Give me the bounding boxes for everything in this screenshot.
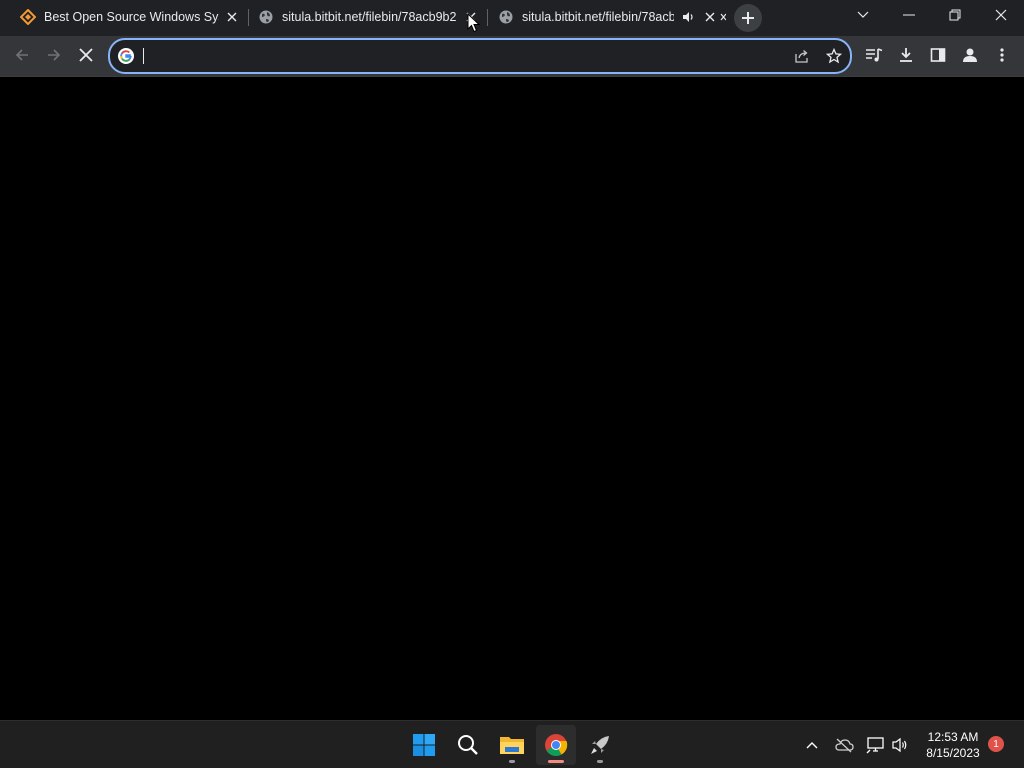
page-content	[0, 77, 1024, 720]
close-icon	[995, 9, 1007, 21]
close-tab-icon[interactable]	[224, 9, 240, 25]
restore-icon	[949, 9, 961, 21]
close-tab-partial-icon[interactable]	[720, 9, 726, 25]
tab-title: Best Open Source Windows Syste	[44, 10, 219, 24]
bookmark-button[interactable]	[822, 44, 846, 68]
clock-time: 12:53 AM	[927, 730, 979, 744]
tab-separator	[248, 9, 249, 26]
menu-button[interactable]	[988, 41, 1016, 69]
tab-search-button[interactable]	[840, 0, 886, 30]
close-icon	[79, 48, 93, 62]
person-icon	[963, 48, 977, 62]
tab-title: situla.bitbit.net/filebin/78acb9b2	[282, 10, 456, 24]
folder-icon	[500, 737, 524, 754]
running-indicator	[548, 760, 564, 763]
network-button[interactable]	[864, 733, 888, 757]
onedrive-button[interactable]	[832, 733, 856, 757]
minimize-button[interactable]	[886, 0, 932, 30]
downloads-button[interactable]	[892, 41, 920, 69]
notification-badge[interactable]: 1	[988, 736, 1004, 752]
forward-button[interactable]	[40, 41, 68, 69]
close-window-button[interactable]	[978, 0, 1024, 30]
arrow-right-icon	[48, 49, 61, 61]
speaker-icon[interactable]	[680, 9, 696, 25]
taskbar: 12:53 AM 8/15/2023	[0, 720, 1024, 768]
globe-icon	[498, 9, 514, 25]
mouse-pointer-icon	[467, 13, 481, 33]
close-tab-icon[interactable]	[702, 9, 718, 25]
more-vertical-icon	[1000, 48, 1004, 62]
volume-button[interactable]	[888, 733, 912, 757]
start-button[interactable]	[404, 725, 444, 765]
globe-icon	[258, 9, 274, 25]
system-clock[interactable]: 12:53 AM 8/15/2023	[918, 729, 988, 761]
windows-logo-icon	[413, 734, 435, 756]
stop-loading-button[interactable]	[72, 41, 100, 69]
rocket-icon	[591, 736, 609, 754]
profile-button[interactable]	[956, 41, 984, 69]
running-indicator	[597, 760, 603, 763]
text-caret	[143, 48, 144, 64]
network-icon	[866, 737, 884, 754]
cloud-off-icon	[835, 738, 854, 753]
running-indicator	[509, 760, 515, 763]
arrow-left-icon	[15, 49, 28, 61]
share-icon	[795, 50, 808, 63]
google-icon	[118, 48, 134, 64]
new-tab-button[interactable]	[734, 4, 762, 32]
taskbar-search-button[interactable]	[448, 725, 488, 765]
chrome-icon	[545, 734, 568, 756]
star-icon	[826, 48, 842, 64]
omnibox-input[interactable]	[142, 44, 776, 70]
side-panel-button[interactable]	[924, 41, 952, 69]
search-icon	[458, 735, 478, 755]
browser-window: Best Open Source Windows Syste situla.bi…	[0, 0, 1024, 720]
chevron-down-icon	[857, 11, 869, 18]
rocket-app-button[interactable]	[580, 725, 620, 765]
tab-strip: Best Open Source Windows Syste situla.bi…	[0, 0, 1024, 36]
speaker-icon	[892, 737, 907, 753]
address-bar[interactable]	[108, 38, 852, 74]
tab-separator	[487, 9, 488, 26]
restore-button[interactable]	[932, 0, 978, 30]
clock-date: 8/15/2023	[926, 746, 980, 760]
tab-best-open-source[interactable]: Best Open Source Windows Syste	[20, 0, 246, 34]
playlist-music-icon	[866, 48, 883, 62]
tab-situla-2[interactable]: situla.bitbit.net/filebin/78acb	[498, 0, 726, 34]
download-icon	[900, 48, 912, 62]
chevron-up-icon	[806, 742, 818, 749]
tab-situla-1[interactable]: situla.bitbit.net/filebin/78acb9b2	[258, 0, 482, 34]
brand-diamond-icon	[20, 9, 36, 25]
side-panel-icon	[930, 48, 946, 62]
show-hidden-icons-button[interactable]	[800, 733, 824, 757]
plus-icon	[742, 12, 754, 24]
media-controls-button[interactable]	[860, 41, 888, 69]
minimize-icon	[903, 14, 915, 16]
file-explorer-button[interactable]	[492, 725, 532, 765]
browser-toolbar	[0, 36, 1024, 77]
tab-title: situla.bitbit.net/filebin/78acb	[522, 10, 674, 24]
back-button[interactable]	[8, 41, 36, 69]
share-button[interactable]	[790, 44, 814, 68]
chrome-taskbar-button[interactable]	[536, 725, 576, 765]
